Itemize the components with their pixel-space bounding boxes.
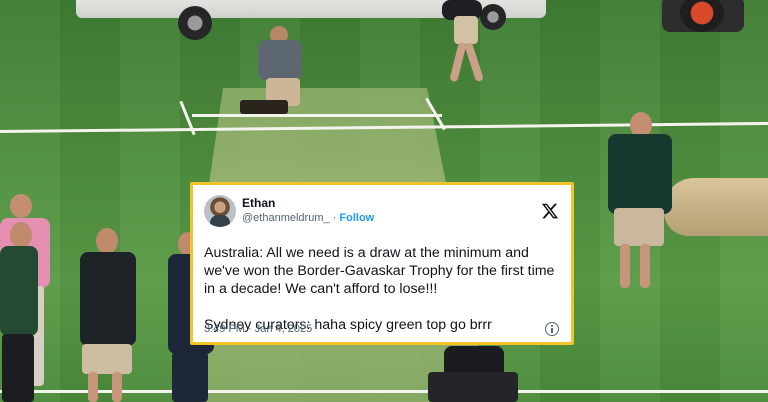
- rolled-pitch-cover: [664, 178, 768, 236]
- author-block: Ethan @ethanmeldrum_ · Follow: [242, 196, 374, 226]
- bowling-crease-line: [192, 114, 442, 117]
- groundsman-kneeling: [428, 346, 518, 402]
- avatar-figure: [210, 215, 230, 227]
- cart-wheel: [178, 6, 212, 40]
- curator-standing: [604, 112, 676, 302]
- info-icon[interactable]: [545, 322, 559, 336]
- x-logo-icon[interactable]: [541, 202, 559, 220]
- follow-button[interactable]: Follow: [339, 212, 374, 224]
- display-name[interactable]: Ethan: [242, 196, 374, 211]
- tweet-timestamp[interactable]: 3:49 PM · Jan 4, 2025: [204, 323, 312, 335]
- tweet-header: Ethan @ethanmeldrum_ · Follow: [204, 193, 559, 229]
- official-green-jacket: [0, 222, 40, 402]
- handle[interactable]: @ethanmeldrum_: [242, 212, 330, 224]
- groundsman-black-shirt: [78, 228, 138, 402]
- handle-row: @ethanmeldrum_ · Follow: [242, 211, 374, 226]
- avatar[interactable]: [204, 195, 236, 227]
- tweet-card: Ethan @ethanmeldrum_ · Follow Australia:…: [190, 182, 574, 345]
- tweet-footer: 3:49 PM · Jan 4, 2025: [204, 322, 559, 336]
- separator-dot: ·: [332, 212, 337, 224]
- tweet-text: Australia: All we need is a draw at the …: [204, 245, 555, 333]
- kit-bag: [240, 100, 288, 114]
- groundsman-crouching: [252, 26, 314, 110]
- groundsman-walking: [436, 0, 496, 94]
